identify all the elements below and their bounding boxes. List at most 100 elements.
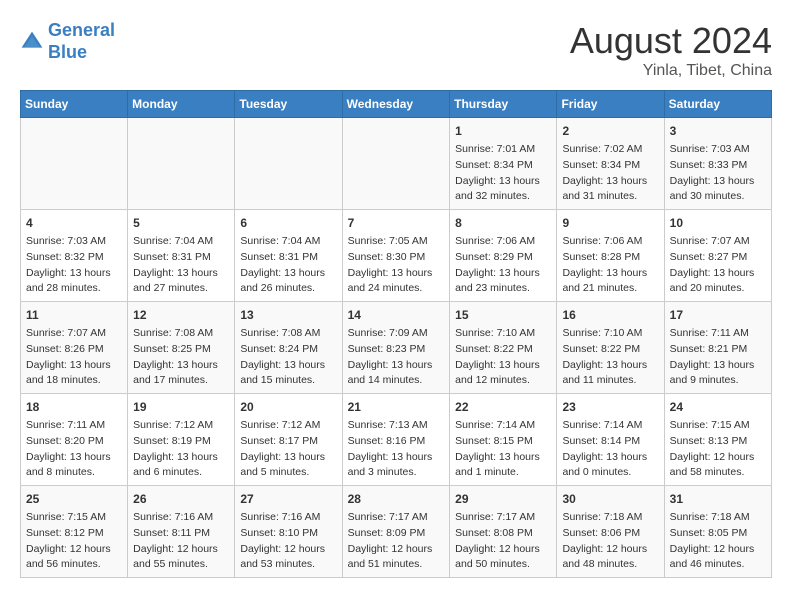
cell-content-line: Sunset: 8:19 PM (133, 434, 229, 450)
cell-content-line: Sunrise: 7:14 AM (455, 418, 551, 434)
day-number: 24 (670, 398, 766, 416)
day-number: 21 (348, 398, 445, 416)
calendar-cell: 27Sunrise: 7:16 AMSunset: 8:10 PMDayligh… (235, 486, 342, 578)
calendar-cell: 21Sunrise: 7:13 AMSunset: 8:16 PMDayligh… (342, 394, 450, 486)
calendar-cell: 1Sunrise: 7:01 AMSunset: 8:34 PMDaylight… (450, 118, 557, 210)
cell-content-line: Daylight: 13 hours (455, 450, 551, 466)
cell-content-line: Daylight: 13 hours (348, 358, 445, 374)
day-number: 10 (670, 214, 766, 232)
day-number: 23 (562, 398, 658, 416)
cell-content-line: Sunrise: 7:15 AM (670, 418, 766, 434)
day-number: 30 (562, 490, 658, 508)
cell-content-line: Daylight: 13 hours (240, 450, 336, 466)
calendar-cell (128, 118, 235, 210)
calendar-week-row: 11Sunrise: 7:07 AMSunset: 8:26 PMDayligh… (21, 302, 772, 394)
cell-content-line: Sunset: 8:30 PM (348, 250, 445, 266)
calendar-cell: 28Sunrise: 7:17 AMSunset: 8:09 PMDayligh… (342, 486, 450, 578)
cell-content-line: and 0 minutes. (562, 465, 658, 481)
calendar-cell (342, 118, 450, 210)
day-number: 26 (133, 490, 229, 508)
cell-content-line: Sunset: 8:33 PM (670, 158, 766, 174)
cell-content-line: Daylight: 13 hours (455, 358, 551, 374)
cell-content-line: Sunset: 8:24 PM (240, 342, 336, 358)
cell-content-line: and 56 minutes. (26, 557, 122, 573)
calendar-cell: 20Sunrise: 7:12 AMSunset: 8:17 PMDayligh… (235, 394, 342, 486)
calendar-cell: 23Sunrise: 7:14 AMSunset: 8:14 PMDayligh… (557, 394, 664, 486)
calendar-cell: 30Sunrise: 7:18 AMSunset: 8:06 PMDayligh… (557, 486, 664, 578)
day-number: 3 (670, 122, 766, 140)
cell-content-line: and 17 minutes. (133, 373, 229, 389)
cell-content-line: Sunset: 8:11 PM (133, 526, 229, 542)
month-title: August 2024 (570, 20, 772, 62)
calendar-cell: 12Sunrise: 7:08 AMSunset: 8:25 PMDayligh… (128, 302, 235, 394)
logo-text: General Blue (48, 20, 115, 63)
cell-content-line: Daylight: 13 hours (240, 358, 336, 374)
day-number: 9 (562, 214, 658, 232)
cell-content-line: Sunrise: 7:03 AM (670, 142, 766, 158)
cell-content-line: Daylight: 13 hours (133, 450, 229, 466)
day-number: 14 (348, 306, 445, 324)
cell-content-line: Sunset: 8:08 PM (455, 526, 551, 542)
cell-content-line: Sunrise: 7:17 AM (348, 510, 445, 526)
cell-content-line: Daylight: 13 hours (26, 358, 122, 374)
calendar-cell: 31Sunrise: 7:18 AMSunset: 8:05 PMDayligh… (664, 486, 771, 578)
cell-content-line: Daylight: 13 hours (348, 266, 445, 282)
cell-content-line: Sunset: 8:17 PM (240, 434, 336, 450)
cell-content-line: Daylight: 12 hours (133, 542, 229, 558)
cell-content-line: and 31 minutes. (562, 189, 658, 205)
calendar-header: SundayMondayTuesdayWednesdayThursdayFrid… (21, 91, 772, 118)
cell-content-line: Daylight: 13 hours (348, 450, 445, 466)
calendar-cell: 17Sunrise: 7:11 AMSunset: 8:21 PMDayligh… (664, 302, 771, 394)
cell-content-line: Daylight: 12 hours (670, 450, 766, 466)
page-header: General Blue August 2024 Yinla, Tibet, C… (20, 20, 772, 80)
cell-content-line: Daylight: 12 hours (26, 542, 122, 558)
cell-content-line: Sunrise: 7:02 AM (562, 142, 658, 158)
cell-content-line: Sunrise: 7:03 AM (26, 234, 122, 250)
cell-content-line: Sunrise: 7:04 AM (240, 234, 336, 250)
calendar-week-row: 1Sunrise: 7:01 AMSunset: 8:34 PMDaylight… (21, 118, 772, 210)
weekday-header: Wednesday (342, 91, 450, 118)
cell-content-line: Sunrise: 7:15 AM (26, 510, 122, 526)
cell-content-line: and 12 minutes. (455, 373, 551, 389)
calendar-cell: 7Sunrise: 7:05 AMSunset: 8:30 PMDaylight… (342, 210, 450, 302)
day-number: 11 (26, 306, 122, 324)
day-number: 7 (348, 214, 445, 232)
logo: General Blue (20, 20, 115, 63)
calendar-cell: 19Sunrise: 7:12 AMSunset: 8:19 PMDayligh… (128, 394, 235, 486)
calendar-cell: 4Sunrise: 7:03 AMSunset: 8:32 PMDaylight… (21, 210, 128, 302)
cell-content-line: Daylight: 12 hours (240, 542, 336, 558)
cell-content-line: Sunset: 8:10 PM (240, 526, 336, 542)
calendar-week-row: 4Sunrise: 7:03 AMSunset: 8:32 PMDaylight… (21, 210, 772, 302)
cell-content-line: Sunrise: 7:06 AM (455, 234, 551, 250)
cell-content-line: Sunset: 8:32 PM (26, 250, 122, 266)
cell-content-line: Sunrise: 7:06 AM (562, 234, 658, 250)
cell-content-line: and 51 minutes. (348, 557, 445, 573)
cell-content-line: Sunrise: 7:10 AM (455, 326, 551, 342)
cell-content-line: Daylight: 13 hours (670, 174, 766, 190)
weekday-header: Friday (557, 91, 664, 118)
calendar-week-row: 18Sunrise: 7:11 AMSunset: 8:20 PMDayligh… (21, 394, 772, 486)
cell-content-line: and 23 minutes. (455, 281, 551, 297)
cell-content-line: Sunrise: 7:10 AM (562, 326, 658, 342)
cell-content-line: Sunrise: 7:11 AM (26, 418, 122, 434)
cell-content-line: Daylight: 13 hours (562, 358, 658, 374)
cell-content-line: Sunset: 8:22 PM (562, 342, 658, 358)
cell-content-line: Sunrise: 7:09 AM (348, 326, 445, 342)
day-number: 28 (348, 490, 445, 508)
calendar-cell (21, 118, 128, 210)
weekday-header: Saturday (664, 91, 771, 118)
cell-content-line: Daylight: 13 hours (26, 450, 122, 466)
cell-content-line: Daylight: 12 hours (562, 542, 658, 558)
cell-content-line: and 24 minutes. (348, 281, 445, 297)
day-number: 12 (133, 306, 229, 324)
cell-content-line: and 46 minutes. (670, 557, 766, 573)
day-number: 29 (455, 490, 551, 508)
calendar-table: SundayMondayTuesdayWednesdayThursdayFrid… (20, 90, 772, 578)
cell-content-line: Sunrise: 7:07 AM (670, 234, 766, 250)
cell-content-line: Sunrise: 7:07 AM (26, 326, 122, 342)
cell-content-line: Sunset: 8:20 PM (26, 434, 122, 450)
cell-content-line: Daylight: 13 hours (133, 266, 229, 282)
cell-content-line: Sunset: 8:31 PM (240, 250, 336, 266)
calendar-cell: 5Sunrise: 7:04 AMSunset: 8:31 PMDaylight… (128, 210, 235, 302)
cell-content-line: Sunset: 8:16 PM (348, 434, 445, 450)
